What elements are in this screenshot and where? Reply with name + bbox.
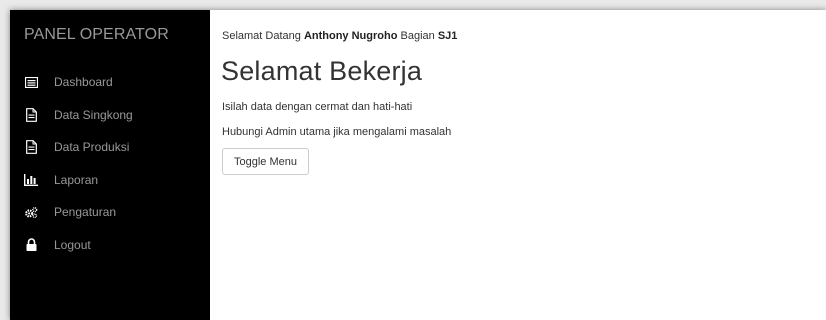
welcome-text: Selamat Datang Anthony Nugroho Bagian SJ…: [222, 30, 457, 42]
sidebar-item-label: Logout: [54, 237, 91, 252]
instruction-text: Isilah data dengan cermat dan hati-hati: [222, 101, 413, 113]
file-icon: [24, 107, 38, 122]
main-content: Selamat Datang Anthony Nugroho Bagian SJ…: [210, 10, 826, 320]
cogs-icon: [24, 205, 38, 219]
page-title: Selamat Bekerja: [221, 56, 423, 86]
contact-admin-text: Hubungi Admin utama jika mengalami masal…: [222, 126, 452, 138]
sidebar-item-logout[interactable]: Logout: [10, 229, 210, 262]
sidebar-brand[interactable]: PANEL OPERATOR: [24, 26, 169, 44]
sidebar-item-data-singkong[interactable]: Data Singkong: [10, 99, 210, 132]
welcome-mid: Bagian: [400, 30, 435, 42]
sidebar-item-laporan[interactable]: Laporan: [10, 164, 210, 197]
sidebar-item-dashboard[interactable]: Dashboard: [10, 66, 210, 99]
sidebar-nav: Dashboard Data Singkong Data Produksi La…: [10, 66, 210, 261]
sidebar-item-label: Pengaturan: [54, 205, 117, 220]
user-name: Anthony Nugroho: [303, 30, 398, 42]
sidebar-item-label: Dashboard: [54, 75, 113, 90]
sidebar: PANEL OPERATOR Dashboard Data Singkong D…: [10, 10, 210, 320]
list-alt-icon: [24, 75, 38, 89]
sidebar-item-label: Data Singkong: [54, 107, 133, 122]
sidebar-item-pengaturan[interactable]: Pengaturan: [10, 196, 210, 229]
bar-chart-icon: [24, 173, 38, 187]
toggle-menu-button[interactable]: Toggle Menu: [222, 148, 309, 175]
welcome-prefix: Selamat Datang: [222, 30, 301, 42]
department-name: SJ1: [437, 30, 458, 42]
sidebar-item-label: Laporan: [54, 172, 99, 187]
lock-icon: [24, 238, 38, 252]
app-window: PANEL OPERATOR Dashboard Data Singkong D…: [10, 10, 826, 320]
file-icon: [24, 140, 38, 155]
sidebar-item-label: Data Produksi: [54, 140, 130, 155]
sidebar-item-data-produksi[interactable]: Data Produksi: [10, 131, 210, 164]
